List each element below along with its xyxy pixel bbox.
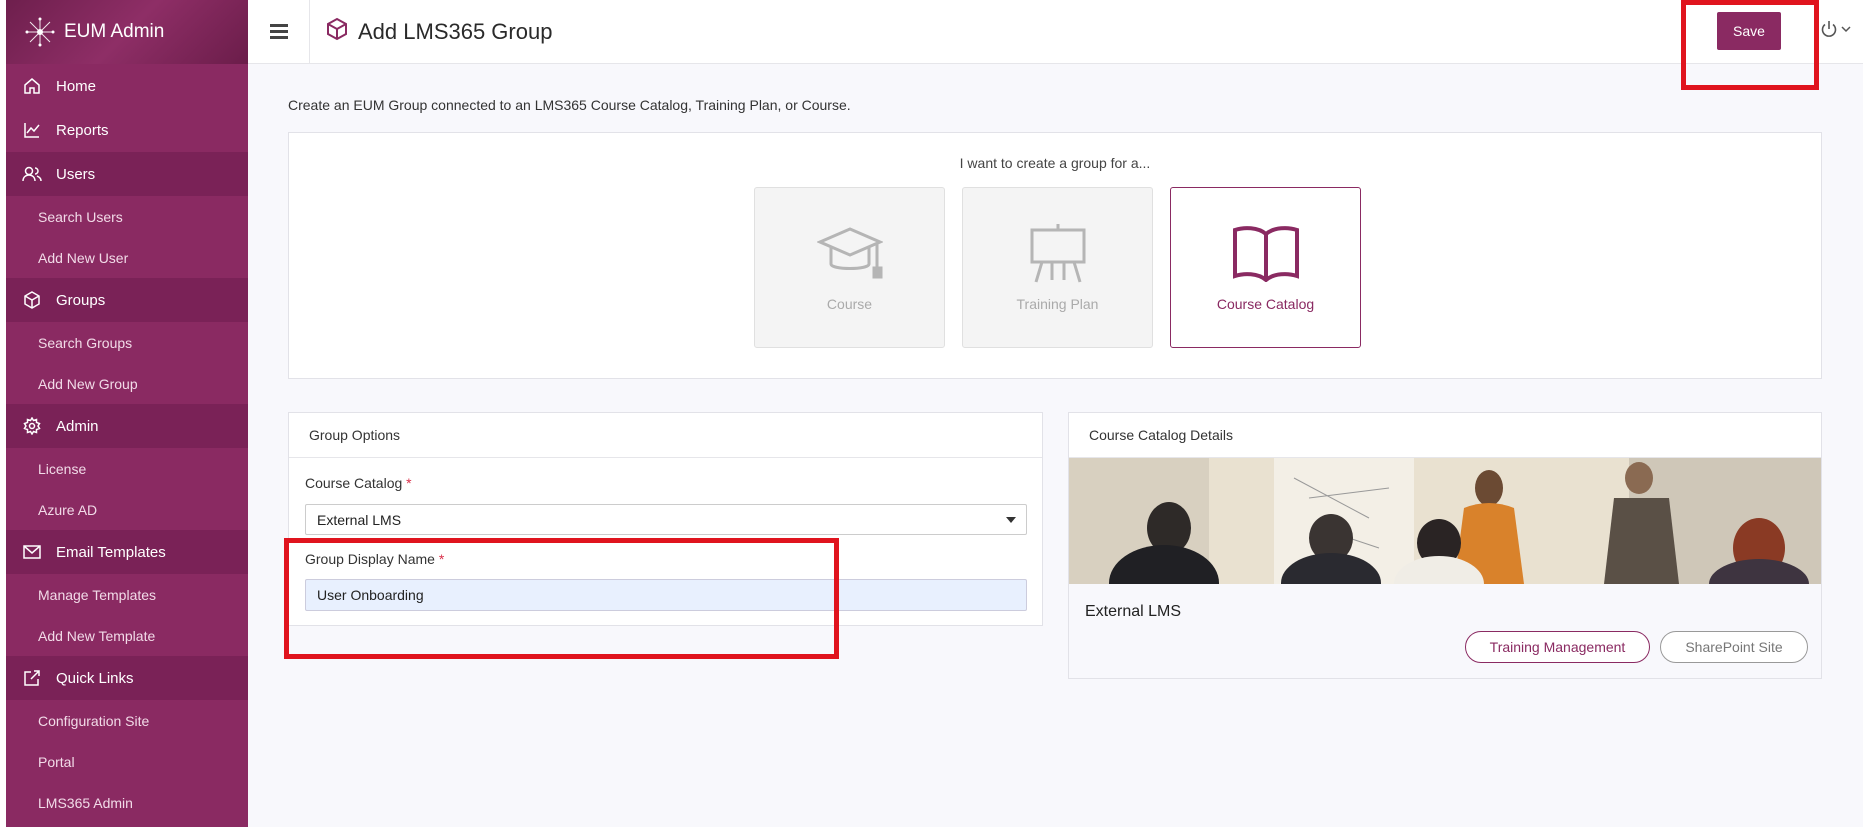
course-catalog-label: Course Catalog * [305, 475, 412, 491]
option-course[interactable]: Course [754, 187, 945, 348]
sidebar-item-email-templates[interactable]: Email Templates [6, 530, 248, 574]
sidebar-item-configuration-site[interactable]: Configuration Site [6, 700, 248, 741]
sidebar-item-portal[interactable]: Portal [6, 741, 248, 782]
group-display-name-label-text: Group Display Name [305, 551, 435, 567]
page-title: Add LMS365 Group [326, 17, 552, 47]
sidebar-item-add-new-group[interactable]: Add New Group [6, 363, 248, 404]
gear-icon [22, 416, 42, 436]
sidebar-item-label: Quick Links [56, 669, 134, 687]
page-title-text: Add LMS365 Group [358, 18, 553, 44]
app-name: EUM Admin [64, 21, 165, 42]
option-label: Course [826, 296, 873, 312]
network-logo-icon [25, 17, 55, 47]
power-icon [1821, 21, 1837, 37]
sharepoint-site-button[interactable]: SharePoint Site [1660, 631, 1808, 663]
sidebar-item-lms365-admin[interactable]: LMS365 Admin [6, 782, 248, 823]
catalog-hero-image [1069, 458, 1821, 584]
open-book-icon [1232, 222, 1300, 284]
required-marker: * [406, 475, 412, 491]
sidebar-item-manage-templates[interactable]: Manage Templates [6, 574, 248, 615]
cube-icon [326, 17, 348, 47]
sidebar-item-reports[interactable]: Reports [6, 108, 248, 152]
sidebar-item-label: Reports [56, 121, 109, 139]
option-label: Training Plan [1016, 296, 1099, 312]
group-display-name-input[interactable] [305, 579, 1027, 611]
sidebar-item-search-groups[interactable]: Search Groups [6, 322, 248, 363]
catalog-name: External LMS [1085, 603, 1182, 620]
group-type-chooser: I want to create a group for a... Course… [288, 132, 1822, 379]
sidebar-item-azure-ad[interactable]: Azure AD [6, 489, 248, 530]
cube-icon [22, 290, 42, 310]
course-catalog-selected-value: External LMS [317, 511, 402, 528]
save-button[interactable]: Save [1717, 12, 1781, 50]
caret-down-icon [1006, 517, 1016, 523]
sidebar-item-search-users[interactable]: Search Users [6, 196, 248, 237]
main-content: Create an EUM Group connected to an LMS3… [248, 64, 1863, 827]
sidebar-item-label: Email Templates [56, 543, 166, 561]
sidebar-item-admin[interactable]: Admin [6, 404, 248, 448]
top-bar: Add LMS365 Group [248, 0, 1863, 64]
required-marker: * [438, 551, 445, 567]
group-options-card: Group Options Course Catalog * External … [288, 412, 1043, 626]
catalog-details-header: Course Catalog Details [1069, 413, 1821, 458]
chooser-heading: I want to create a group for a... [959, 155, 1151, 171]
course-catalog-details-card: Course Catalog Details External LMS Trai… [1068, 412, 1822, 679]
sidebar-item-groups[interactable]: Groups [6, 278, 248, 322]
sidebar-item-add-new-user[interactable]: Add New User [6, 237, 248, 278]
sidebar-item-license[interactable]: License [6, 448, 248, 489]
group-display-name-label: Group Display Name * [305, 551, 444, 567]
line-chart-icon [22, 120, 42, 140]
course-catalog-label-text: Course Catalog [305, 475, 403, 491]
sidebar-item-label: Admin [56, 417, 99, 435]
power-menu[interactable] [1820, 20, 1851, 38]
presentation-board-icon [1028, 222, 1088, 284]
home-icon [22, 76, 42, 96]
meeting-photo-illustration [1069, 458, 1821, 584]
sidebar-item-home[interactable]: Home [6, 64, 248, 108]
hamburger-menu-icon[interactable] [248, 0, 310, 64]
option-training-plan[interactable]: Training Plan [962, 187, 1153, 348]
option-course-catalog[interactable]: Course Catalog [1170, 187, 1361, 348]
sidebar-item-users[interactable]: Users [6, 152, 248, 196]
intro-text: Create an EUM Group connected to an LMS3… [288, 97, 851, 113]
group-options-header: Group Options [289, 413, 1042, 458]
users-icon [22, 164, 42, 184]
external-link-icon [22, 668, 42, 688]
option-label: Course Catalog [1216, 296, 1315, 312]
envelope-icon [22, 542, 42, 562]
sidebar-item-label: Groups [56, 291, 106, 309]
training-management-button[interactable]: Training Management [1465, 631, 1650, 663]
sidebar-item-label: Users [56, 165, 96, 183]
sidebar-item-add-new-template[interactable]: Add New Template [6, 615, 248, 656]
chevron-down-icon [1841, 26, 1851, 33]
graduation-cap-icon [816, 222, 883, 284]
course-catalog-select[interactable]: External LMS [305, 504, 1027, 535]
sidebar-item-quick-links[interactable]: Quick Links [6, 656, 248, 700]
brand[interactable]: EUM Admin [6, 0, 248, 64]
sidebar-item-label: Home [56, 77, 97, 95]
sidebar: EUM Admin Home Reports Users Search User… [6, 0, 248, 827]
